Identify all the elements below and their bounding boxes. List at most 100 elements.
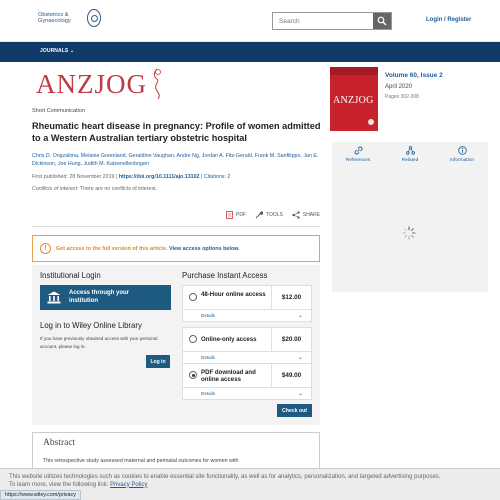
site-header: Obstetrics & Gynaecology Login / Registe…	[0, 0, 500, 42]
chevron-down-icon: ⌄	[69, 48, 75, 54]
cookie-text-line2: To learn more, view the following link:	[9, 481, 109, 488]
search-icon	[377, 16, 387, 26]
chevron-down-icon: ⌄	[297, 313, 303, 319]
sidebar-panel	[332, 170, 488, 292]
tab-information[interactable]: Information	[436, 142, 488, 170]
option-price: $49.00	[271, 364, 311, 387]
status-bar-url: https://www.wiley.com/privacy	[0, 490, 81, 500]
nav-journals-label: JOURNALS	[40, 48, 69, 54]
tab-references-label: References	[345, 158, 371, 163]
logo-text: Obstetrics & Gynaecology	[38, 12, 82, 25]
purchase-option-main[interactable]: 48-Hour online access $12.00	[183, 286, 311, 310]
issue-date: April 2020	[385, 84, 413, 90]
loading-spinner-icon	[402, 226, 416, 240]
option-price: $12.00	[271, 286, 311, 309]
coi-label: Conflicts of interest:	[32, 186, 79, 192]
article-tools: PDF TOOLS SHARE	[226, 211, 320, 219]
option-details-label: Details	[201, 355, 216, 360]
tab-references[interactable]: References	[332, 142, 384, 170]
sidebar-tabs: References Related Information	[332, 142, 488, 170]
purchase-option-main[interactable]: Online-only access $20.00	[183, 328, 311, 352]
checkout-button[interactable]: Check out	[277, 404, 312, 417]
tab-related-label: Related	[401, 158, 419, 163]
volume-issue-link[interactable]: Volume 60, Issue 2	[385, 72, 443, 79]
cover-header-strip	[330, 67, 378, 75]
journal-logo[interactable]: Obstetrics & Gynaecology	[38, 9, 101, 27]
purchase-heading: Purchase Instant Access	[182, 271, 268, 280]
citations-link[interactable]: Citations: 2	[204, 174, 231, 180]
pdf-label: PDF	[236, 212, 246, 218]
abstract-section: Abstract This retrospective study assess…	[32, 432, 320, 472]
search-input[interactable]	[273, 13, 373, 29]
access-alert-message: Get access to the full version of this a…	[56, 245, 168, 252]
option-radio[interactable]	[189, 335, 197, 343]
purchase-option[interactable]: Online-only access $20.00 Details ⌄	[182, 327, 312, 364]
option-details-toggle[interactable]: Details ⌄	[183, 310, 311, 321]
purchase-option[interactable]: 48-Hour online access $12.00 Details ⌄	[182, 285, 312, 322]
option-radio[interactable]	[189, 293, 197, 301]
option-details-toggle[interactable]: Details ⌄	[183, 388, 311, 399]
access-options-link[interactable]: View access options below.	[169, 246, 240, 252]
journal-banner-name: ANZJOG	[36, 68, 147, 99]
network-icon	[405, 146, 415, 155]
doi-link[interactable]: https://doi.org/10.1111/ajo.13102	[119, 174, 200, 180]
cover-seal-icon	[368, 119, 374, 125]
abstract-text: This retrospective study assessed matern…	[43, 458, 239, 464]
nav-journals[interactable]: JOURNALS ⌄	[40, 48, 74, 54]
purchase-option-main[interactable]: PDF download and online access $49.00	[183, 364, 311, 388]
article-title: Rheumatic heart disease in pregnancy: Pr…	[32, 121, 321, 143]
first-published-label: First published:	[32, 174, 68, 180]
share-button[interactable]: SHARE	[292, 211, 320, 219]
author-list[interactable]: Chris D. Ongzalima, Melanie Greenland, G…	[32, 152, 322, 168]
main-nav: JOURNALS ⌄	[0, 42, 500, 62]
login-button[interactable]: Log in	[146, 355, 170, 368]
privacy-policy-link[interactable]: Privacy Policy	[110, 482, 147, 488]
issue-cover[interactable]: ANZJOG	[330, 67, 378, 131]
wol-login-text: If you have previously obtained access w…	[40, 336, 158, 349]
tab-related[interactable]: Related	[384, 142, 436, 170]
pdf-icon	[226, 211, 233, 219]
issue-pages: Pages 302-308	[385, 94, 419, 100]
logo-emblem-icon	[87, 9, 101, 27]
institution-access-label: Access through your institution	[69, 290, 130, 304]
cookie-text-line1: This website utilizes technologies such …	[9, 474, 441, 480]
purchase-option[interactable]: PDF download and online access $49.00 De…	[182, 363, 312, 400]
option-radio-checked[interactable]	[189, 371, 197, 379]
option-details-toggle[interactable]: Details ⌄	[183, 352, 311, 363]
divider	[32, 226, 320, 227]
option-label: 48-Hour online access	[201, 291, 266, 298]
article-type: Short Communication	[32, 108, 85, 114]
access-panel: Institutional Login Access through your …	[32, 265, 320, 425]
chevron-down-icon: ⌄	[297, 391, 303, 397]
option-details-label: Details	[201, 391, 216, 396]
conflicts-of-interest: Conflicts of interest: There are no conf…	[32, 186, 157, 192]
coi-text: There are no conflicts of interest.	[79, 186, 158, 192]
institution-icon	[44, 288, 63, 307]
journal-banner[interactable]: ANZJOG	[36, 66, 164, 102]
option-details-label: Details	[201, 313, 216, 318]
cookie-text: This website utilizes technologies such …	[9, 474, 491, 489]
tab-information-label: Information	[450, 158, 474, 163]
institutional-login-heading: Institutional Login	[40, 271, 101, 280]
tools-label: TOOLS	[266, 212, 283, 218]
info-icon: !	[40, 243, 51, 254]
wrench-icon	[255, 211, 263, 219]
access-alert: ! Get access to the full version of this…	[32, 235, 320, 262]
wol-login-heading: Log in to Wiley Online Library	[40, 321, 142, 330]
banner-figure-icon	[153, 68, 161, 100]
info-icon	[457, 146, 467, 155]
access-alert-text: Get access to the full version of this a…	[56, 246, 240, 252]
institution-access-button[interactable]: Access through your institution	[40, 285, 171, 310]
pdf-button[interactable]: PDF	[226, 211, 246, 219]
publication-info: First published: 28 November 2019 | http…	[32, 174, 231, 180]
abstract-heading: Abstract	[43, 438, 76, 448]
option-price: $20.00	[271, 328, 311, 351]
link-icon	[354, 146, 362, 155]
option-label: PDF download and online access	[201, 369, 256, 383]
login-register-link[interactable]: Login / Register	[426, 17, 471, 23]
search-button[interactable]	[373, 13, 391, 29]
cover-title: ANZJOG	[333, 95, 374, 106]
logo-line2: Gynaecology	[38, 18, 71, 24]
first-published-date: 28 November 2019	[69, 174, 115, 180]
tools-button[interactable]: TOOLS	[255, 211, 283, 219]
